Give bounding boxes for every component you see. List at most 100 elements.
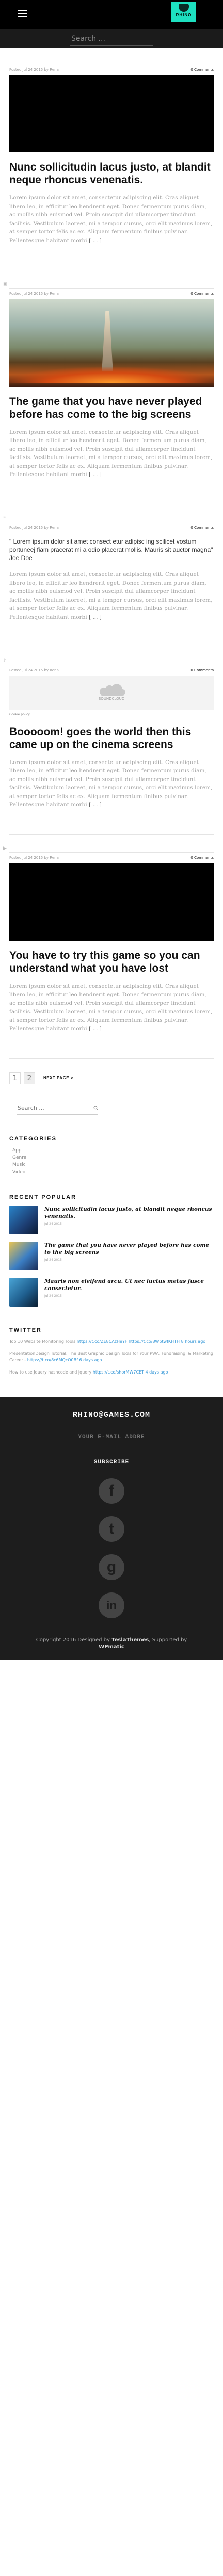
video-format-icon: ▶ [3,846,7,851]
recent-post-date: Jul 24 2015 [44,1222,62,1226]
tweet-item: PresentationDesign Tutorial: The Best Gr… [9,1351,214,1363]
post-meta: Posted Jul 24 2015 by Rena 0 Comments [9,522,214,533]
tweet-link[interactable]: https://t.co/8c6MQcO0Bf [27,1358,78,1362]
image-tower-shape [102,310,113,371]
post-comments[interactable]: 0 Comments [190,856,214,860]
post-list: Posted Jul 24 2015 by Rena 0 Comments Nu… [0,48,223,1084]
post-comments[interactable]: 0 Comments [190,292,214,296]
tweet-link[interactable]: https://t.co/8WbtwfKHTH [129,1339,180,1344]
post-comments[interactable]: 0 Comments [190,526,214,530]
recent-post-thumbnail[interactable] [9,1277,38,1307]
read-more-link[interactable]: [ ... ] [89,614,102,620]
category-item[interactable]: Genre [12,1154,214,1161]
tweet-time[interactable]: 6 days ago [79,1358,102,1362]
tweet-text: Top 10 Website Monitoring Tools [9,1338,76,1344]
footer: RHINO@GAMES.COM SUBSCRIBE f t g in Copyr… [0,1397,223,1660]
read-more-link[interactable]: [ ... ] [89,1026,102,1032]
post-date[interactable]: Posted Jul 24 2015 by Rena [9,856,59,860]
post-meta: Posted Jul 24 2015 by Rena 0 Comments [9,664,214,676]
recent-post-title[interactable]: The game that you have never played befo… [44,1242,214,1256]
tweet-link[interactable]: https://t.co/ZE8CAzHeYF [77,1339,128,1344]
post-item: ❝ Posted Jul 24 2015 by Rena 0 Comments … [3,516,214,647]
post-date[interactable]: Posted Jul 24 2015 by Rena [9,668,59,672]
recent-post-item[interactable]: The game that you have never played befo… [9,1241,214,1270]
soundcloud-icon [99,684,125,696]
post-date[interactable]: Posted Jul 24 2015 by Rena [9,67,59,72]
tweet-item: How to use Jquery hashcode and jquery ht… [9,1369,214,1376]
post-date[interactable]: Posted Jul 24 2015 by Rena [9,526,59,530]
site-logo[interactable]: RHINO [171,2,196,22]
post-quote: " Lorem ipsum dolor sit amet consect etu… [9,538,213,562]
linkedin-icon[interactable]: in [99,1592,124,1618]
post-excerpt-text: Lorem ipsum dolor sit amet, consectetur … [9,983,213,1032]
subscribe-button[interactable]: SUBSCRIBE [91,1459,132,1466]
rhino-mascot-icon [179,4,189,12]
post-title[interactable]: Booooom! goes the world then this came u… [9,725,214,751]
recent-popular-title: RECENT POPULAR [9,1194,77,1200]
read-more-link[interactable]: [ ... ] [89,471,102,478]
tweet-text: How to use Jquery hashcode and jquery [9,1369,92,1375]
post-excerpt-text: Lorem ipsum dolor sit amet, consectetur … [9,429,213,478]
post-item: ▶ Posted Jul 24 2015 by Rena 0 Comments … [3,846,214,1059]
post-item: ♪ Posted Jul 24 2015 by Rena 0 Comments … [3,658,214,835]
tweet-item: Top 10 Website Monitoring Tools https://… [9,1338,214,1345]
post-video-thumbnail[interactable] [9,863,214,941]
tweet-link[interactable]: https://t.co/shorMW7CET [93,1370,144,1375]
post-excerpt: Lorem ipsum dolor sit amet, consectetur … [9,194,214,245]
recent-post-thumbnail[interactable] [9,1241,38,1270]
post-comments[interactable]: 0 Comments [190,668,214,672]
tweet-time[interactable]: 8 hours ago [181,1339,206,1344]
post-excerpt: Lorem ipsum dolor sit amet, consectetur … [9,982,214,1033]
copyright: Copyright 2016 Designed by TeslaThemes, … [0,1637,223,1650]
category-item[interactable]: App [12,1147,214,1154]
recent-post-thumbnail[interactable] [9,1205,38,1234]
logo-text: RHINO [176,13,192,18]
post-title[interactable]: The game that you have never played befo… [9,395,214,421]
search-icon[interactable] [93,1105,98,1111]
google-plus-icon[interactable]: g [99,1554,124,1580]
facebook-icon[interactable]: f [99,1478,124,1504]
supporter-link[interactable]: WPmatic [99,1644,124,1650]
category-item[interactable]: Music [12,1161,214,1168]
read-more-link[interactable]: [ ... ] [89,238,102,244]
footer-email-link[interactable]: RHINO@GAMES.COM [0,1411,223,1419]
post-title[interactable]: You have to try this game so you can und… [9,949,214,975]
soundcloud-label: SOUNDCLOUD [98,696,125,701]
cookie-policy-link[interactable]: Cookie policy [9,713,214,716]
post-video-thumbnail[interactable] [9,75,214,152]
post-item: ▣ Posted Jul 24 2015 by Rena 0 Comments … [3,282,214,504]
pagination: 1 2 NEXT PAGE > [9,1072,214,1084]
soundcloud-embed[interactable]: SOUNDCLOUD [9,675,214,710]
copyright-text: Copyright 2016 Designed by [36,1637,112,1643]
tweet-time[interactable]: 4 days ago [146,1370,168,1375]
twitter-icon[interactable]: t [99,1516,124,1542]
header-search-input[interactable] [70,33,162,43]
recent-post-item[interactable]: Mauris non eleifend arcu. Ut nec luctus … [9,1277,214,1307]
quote-format-icon: ❝ [3,516,6,521]
recent-post-title[interactable]: Mauris non eleifend arcu. Ut nec luctus … [44,1278,214,1292]
hamburger-menu-icon[interactable] [18,10,27,17]
category-item[interactable]: Video [12,1168,214,1176]
image-format-icon: ▣ [3,281,8,287]
post-excerpt-text: Lorem ipsum dolor sit amet, consectetur … [9,759,213,808]
recent-post-item[interactable]: Nunc sollicitudin lacus justo, at blandi… [9,1205,214,1234]
recent-post-title[interactable]: Nunc sollicitudin lacus justo, at blandi… [44,1206,214,1220]
header-search-bar [0,29,223,48]
page-1-link[interactable]: 1 [9,1072,21,1084]
copyright-mid: , Supported by [149,1637,187,1643]
designer-link[interactable]: TeslaThemes [112,1637,149,1643]
post-title[interactable]: Nunc sollicitudin lacus justo, at blandi… [9,161,214,187]
read-more-link[interactable]: [ ... ] [89,802,102,808]
post-date[interactable]: Posted Jul 24 2015 by Rena [9,292,59,296]
page-2-link[interactable]: 2 [24,1072,35,1084]
sidebar-search-input[interactable] [17,1104,93,1112]
post-excerpt: Lorem ipsum dolor sit amet, consectetur … [9,570,214,621]
post-comments[interactable]: 0 Comments [190,67,214,72]
newsletter-email-input[interactable] [43,1431,180,1444]
post-featured-image[interactable] [9,299,214,387]
twitter-widget: TWITTER Top 10 Website Monitoring Tools … [9,1327,214,1376]
next-page-link[interactable]: NEXT PAGE > [43,1076,73,1080]
post-meta: Posted Jul 24 2015 by Rena 0 Comments [9,287,214,299]
header-search-wrap [70,32,162,46]
post-meta: Posted Jul 24 2015 by Rena 0 Comments [9,852,214,863]
